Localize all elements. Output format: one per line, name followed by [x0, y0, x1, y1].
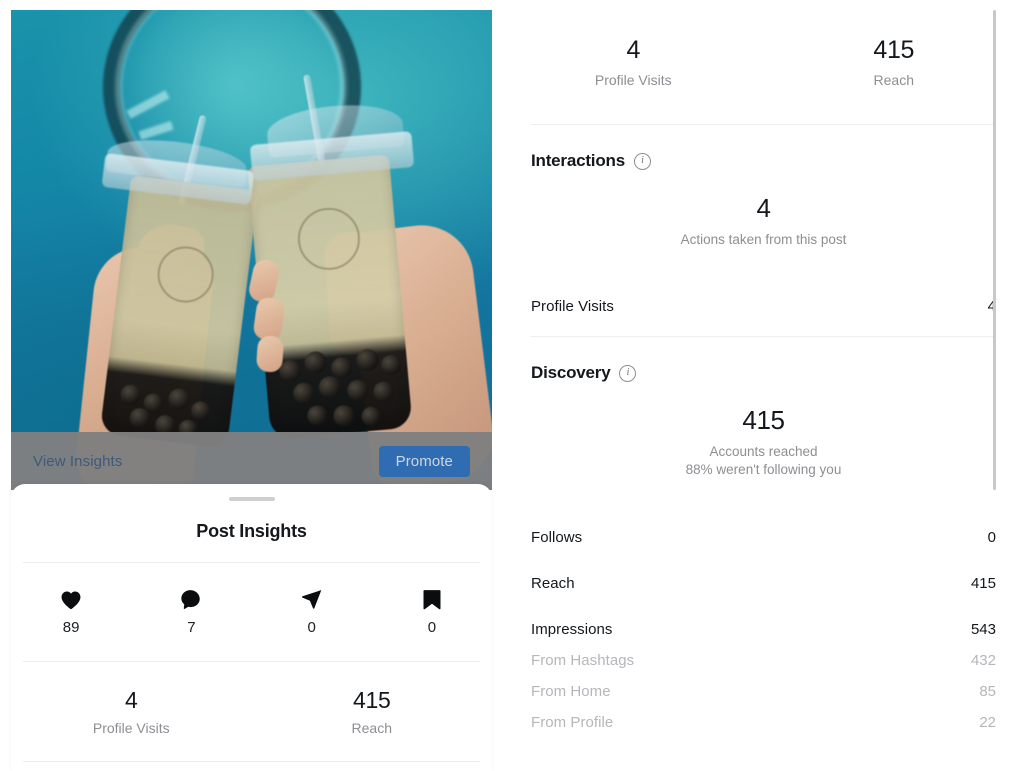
boba-pearl	[346, 379, 370, 402]
row-key: From Hashtags	[531, 651, 635, 669]
section-title: Discovery	[531, 363, 611, 383]
row-value: 415	[970, 574, 996, 592]
left-boba-cup	[99, 175, 259, 449]
info-icon[interactable]: i	[633, 152, 651, 170]
boba-pearl	[303, 350, 328, 375]
engagement-stats-row: 89 7 0 0	[11, 563, 492, 661]
summary-label: Profile Visits	[594, 72, 672, 88]
row-impressions[interactable]: Impressions 543	[503, 621, 1024, 638]
row-from-profile[interactable]: From Profile 22	[503, 714, 1024, 731]
row-key: Reach	[531, 574, 575, 592]
boba-pearl	[292, 381, 316, 405]
left-cup-logo	[154, 243, 217, 306]
row-follows[interactable]: Follows 0	[503, 529, 1024, 546]
interactions-big-stat: 4 Actions taken from this post	[503, 193, 1024, 248]
post-action-bar: View Insights Promote	[11, 432, 492, 490]
boba-pearl	[372, 380, 395, 403]
heart-icon	[60, 589, 82, 611]
boba-pearl	[190, 400, 212, 422]
row-from-home[interactable]: From Home 85	[503, 683, 1024, 700]
divider	[23, 761, 480, 762]
comment-icon	[180, 589, 202, 611]
engagement-count: 7	[187, 618, 196, 636]
info-icon[interactable]: i	[619, 364, 637, 382]
discovery-caption-line1: Accounts reached	[709, 444, 818, 460]
summary-label: Reach	[873, 72, 914, 88]
engagement-saves[interactable]: 0	[372, 589, 492, 636]
post-insights-screen: View Insights Promote Post Insights 89 7…	[0, 0, 1024, 771]
row-reach[interactable]: Reach 415	[503, 575, 1024, 592]
boba-pearl	[380, 354, 402, 376]
row-value: 0	[987, 528, 996, 546]
summary-value: 415	[353, 687, 391, 713]
row-key: Follows	[531, 528, 583, 546]
post-preview-panel: View Insights Promote Post Insights 89 7…	[0, 0, 503, 771]
panel-summary-row: 4 Profile Visits 415 Reach	[503, 0, 1024, 124]
promote-button[interactable]: Promote	[378, 445, 470, 477]
summary-value: 4	[125, 687, 138, 713]
interactions-section-header: Interactions i	[503, 125, 1024, 171]
engagement-count: 0	[427, 618, 437, 636]
right-cup-logo	[295, 205, 363, 273]
boba-pearl	[306, 404, 329, 427]
row-value: 22	[979, 713, 996, 731]
discovery-section-header: Discovery i	[503, 337, 1024, 383]
summary-value: 415	[873, 36, 915, 64]
view-insights-link[interactable]: View Insights	[33, 453, 122, 470]
discovery-caption: Accounts reached 88% weren't following y…	[503, 443, 1024, 478]
discovery-value: 415	[742, 405, 785, 436]
row-value: 432	[970, 651, 996, 669]
vertical-scrollbar[interactable]	[993, 10, 996, 490]
post-insights-sheet: Post Insights 89 7 0 0 4 Profile Visits …	[11, 484, 492, 771]
share-icon	[301, 589, 323, 611]
panel-summary-profile-visits[interactable]: 4 Profile Visits	[503, 36, 764, 88]
boba-pearl	[355, 348, 380, 372]
section-title: Interactions	[531, 151, 625, 170]
row-key: From Profile	[531, 713, 614, 731]
summary-label: Profile Visits	[92, 720, 170, 736]
sheet-summary-profile-visits[interactable]: 4 Profile Visits	[11, 687, 252, 736]
boba-pearl	[167, 387, 191, 411]
engagement-comments[interactable]: 7	[131, 589, 251, 636]
interactions-value: 4	[756, 193, 771, 223]
engagement-count: 89	[62, 618, 80, 636]
sheet-summary-row: 4 Profile Visits 415 Reach	[11, 662, 492, 761]
engagement-count: 0	[307, 618, 316, 636]
sheet-drag-handle[interactable]	[228, 497, 275, 501]
panel-summary-reach[interactable]: 415 Reach	[764, 36, 1024, 88]
boba-pearl	[332, 404, 356, 428]
row-value: 543	[970, 620, 996, 638]
boba-pearl	[119, 383, 142, 406]
row-value: 85	[979, 682, 996, 700]
engagement-shares[interactable]: 0	[252, 589, 372, 636]
photo-background	[11, 10, 492, 490]
row-key: Profile Visits	[531, 298, 614, 316]
row-key: Impressions	[531, 620, 613, 638]
summary-value: 4	[626, 36, 641, 64]
sheet-title: Post Insights	[196, 521, 307, 541]
row-key: From Home	[531, 682, 611, 700]
boba-pearl	[330, 356, 354, 380]
discovery-caption-line2: 88% weren't following you	[685, 461, 842, 477]
discovery-big-stat: 415 Accounts reached 88% weren't followi…	[503, 405, 1024, 478]
boba-pearl	[317, 375, 342, 400]
row-profile-visits[interactable]: Profile Visits 4	[503, 298, 1024, 315]
boba-pearl	[360, 406, 382, 427]
finger	[255, 335, 285, 373]
interactions-caption: Actions taken from this post	[680, 232, 847, 247]
post-photo[interactable]	[11, 10, 492, 490]
insights-detail-panel: 4 Profile Visits 415 Reach Interactions …	[503, 0, 1024, 771]
summary-label: Reach	[351, 720, 392, 736]
row-from-hashtags[interactable]: From Hashtags 432	[503, 652, 1024, 669]
bookmark-icon	[422, 589, 442, 611]
sheet-summary-reach[interactable]: 415 Reach	[252, 687, 493, 736]
engagement-likes[interactable]: 89	[11, 589, 131, 636]
